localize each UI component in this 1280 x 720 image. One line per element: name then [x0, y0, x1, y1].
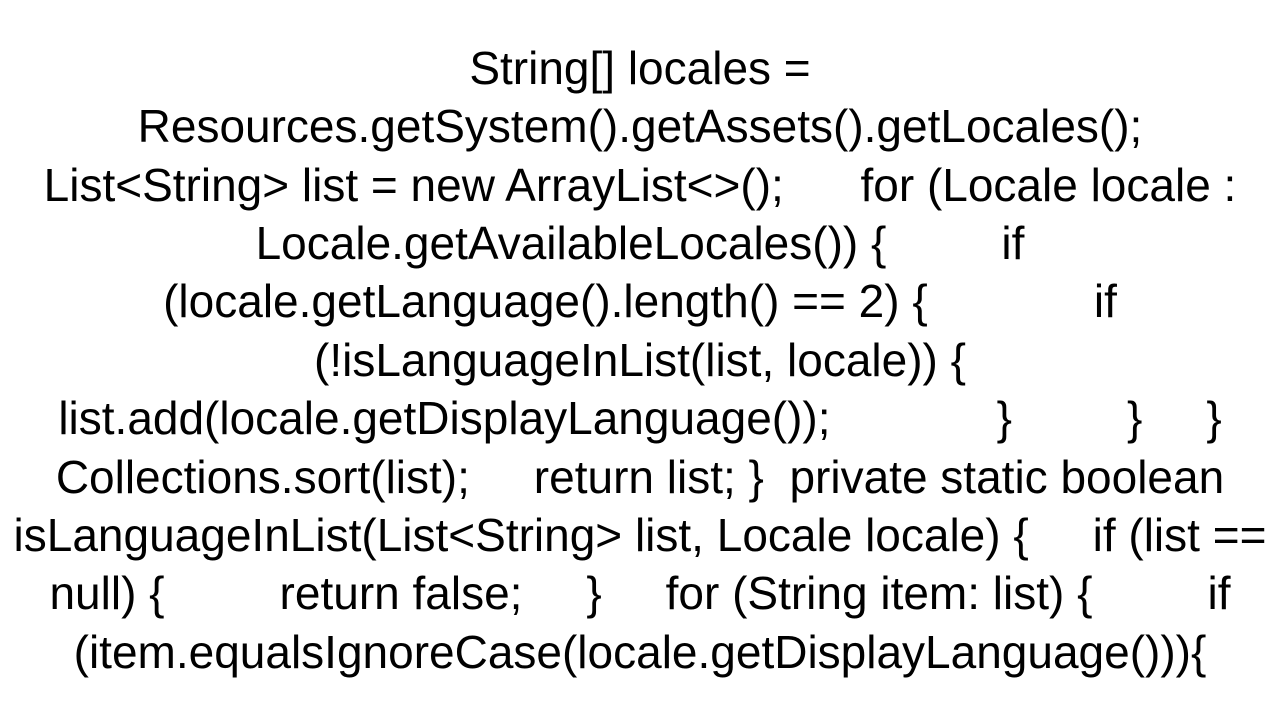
code-snippet-text: String[] locales = Resources.getSystem()…	[0, 39, 1280, 681]
